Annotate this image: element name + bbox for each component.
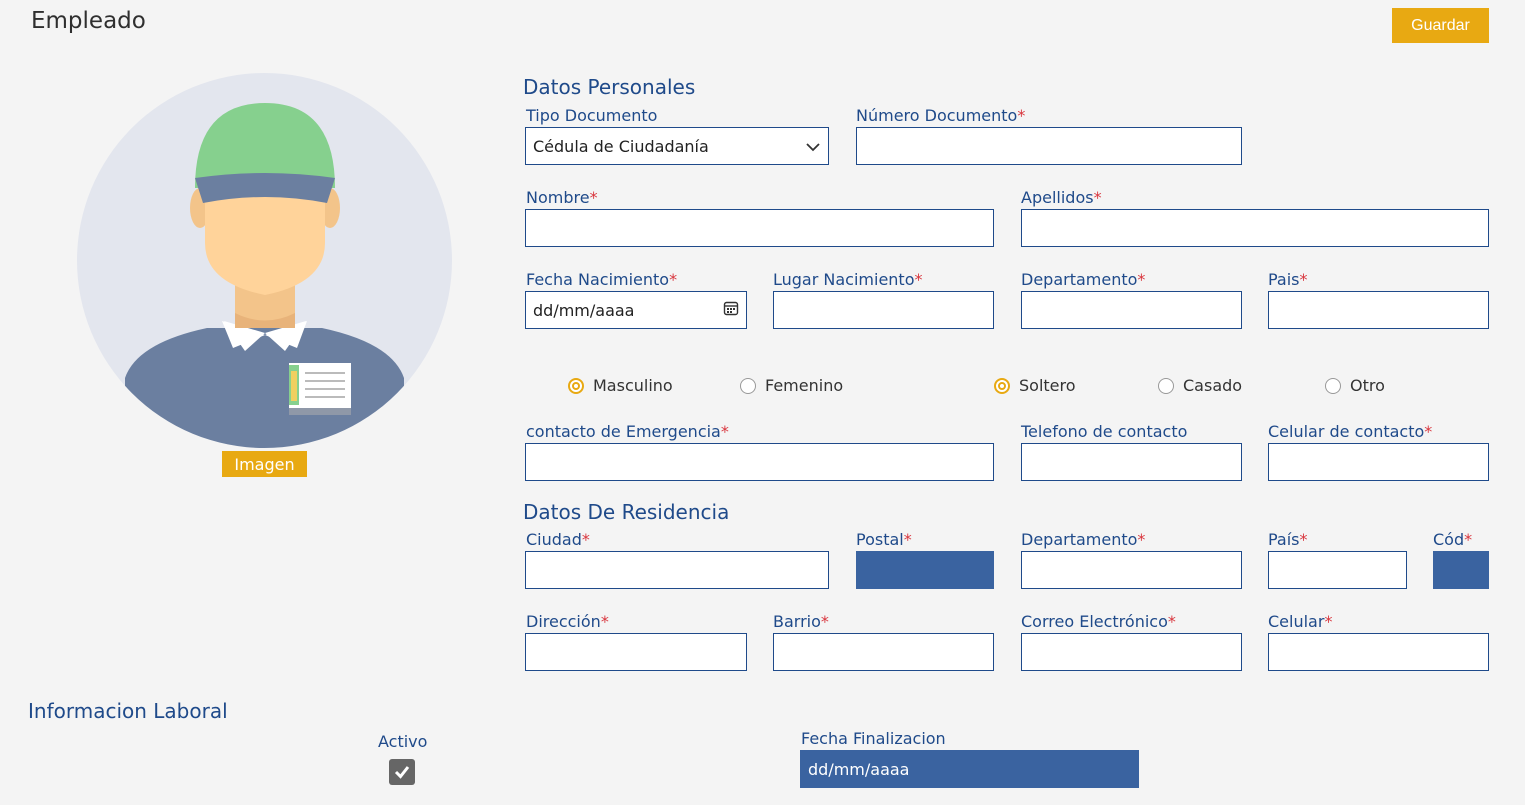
fecha-nacimiento-value: dd/mm/aaaa <box>533 300 635 320</box>
radio-femenino[interactable]: Femenino <box>740 376 843 395</box>
activo-checkbox[interactable] <box>389 759 415 785</box>
calendar-icon[interactable] <box>723 300 739 320</box>
residencia-departamento-label: Departamento* <box>1021 530 1146 549</box>
tipo-documento-label: Tipo Documento <box>526 106 658 125</box>
barrio-label: Barrio* <box>773 612 829 631</box>
departamento-field[interactable] <box>1021 291 1242 329</box>
radio-casado[interactable]: Casado <box>1158 376 1242 395</box>
radio-otro[interactable]: Otro <box>1325 376 1385 395</box>
lugar-nacimiento-field[interactable] <box>773 291 994 329</box>
save-button[interactable]: Guardar <box>1392 8 1489 43</box>
contacto-emergencia-label: contacto de Emergencia* <box>526 422 729 441</box>
celular-contacto-field[interactable] <box>1268 443 1489 481</box>
numero-documento-label: Número Documento* <box>856 106 1026 125</box>
direccion-field[interactable] <box>525 633 747 671</box>
fecha-nacimiento-label: Fecha Nacimiento* <box>526 270 678 289</box>
contacto-emergencia-field[interactable] <box>525 443 994 481</box>
radio-soltero[interactable]: Soltero <box>994 376 1076 395</box>
telefono-contacto-field[interactable] <box>1021 443 1242 481</box>
section-title-laboral: Informacion Laboral <box>28 699 228 723</box>
nombre-field[interactable] <box>525 209 994 247</box>
image-upload-button[interactable]: Imagen <box>222 451 307 477</box>
section-title-residencia: Datos De Residencia <box>523 500 730 524</box>
pais-label: Pais* <box>1268 270 1308 289</box>
postal-field[interactable] <box>856 551 994 589</box>
nombre-label: Nombre* <box>526 188 598 207</box>
section-title-personal: Datos Personales <box>523 75 696 99</box>
pais-field[interactable] <box>1268 291 1489 329</box>
celular-contacto-label: Celular de contacto* <box>1268 422 1433 441</box>
postal-label: Postal* <box>856 530 912 549</box>
cod-field[interactable] <box>1433 551 1489 589</box>
employee-avatar-icon <box>125 103 404 448</box>
celular-field[interactable] <box>1268 633 1489 671</box>
residencia-pais-field[interactable] <box>1268 551 1407 589</box>
lugar-nacimiento-label: Lugar Nacimiento* <box>773 270 923 289</box>
radio-button[interactable] <box>1325 377 1341 394</box>
ciudad-label: Ciudad* <box>526 530 590 549</box>
correo-field[interactable] <box>1021 633 1242 671</box>
page-title: Empleado <box>31 8 146 34</box>
departamento-label: Departamento* <box>1021 270 1146 289</box>
activo-label: Activo <box>378 732 428 751</box>
checkmark-icon <box>394 766 410 779</box>
fecha-nacimiento-field[interactable]: dd/mm/aaaa <box>525 291 747 329</box>
avatar <box>77 73 452 448</box>
radio-button-selected[interactable] <box>568 377 584 394</box>
celular-label: Celular* <box>1268 612 1333 631</box>
cod-label: Cód* <box>1433 530 1473 549</box>
chevron-down-icon <box>805 137 821 156</box>
fecha-finalizacion-value: dd/mm/aaaa <box>808 759 910 779</box>
ciudad-field[interactable] <box>525 551 829 589</box>
correo-label: Correo Electrónico* <box>1021 612 1176 631</box>
radio-masculino[interactable]: Masculino <box>568 376 673 395</box>
radio-button-selected[interactable] <box>994 377 1010 394</box>
tipo-documento-select[interactable]: Cédula de Ciudadanía <box>525 127 829 165</box>
numero-documento-field[interactable] <box>856 127 1242 165</box>
tipo-documento-value: Cédula de Ciudadanía <box>533 136 709 156</box>
apellidos-field[interactable] <box>1021 209 1489 247</box>
residencia-pais-label: País* <box>1268 530 1308 549</box>
fecha-finalizacion-label: Fecha Finalizacion <box>801 729 946 748</box>
fecha-finalizacion-field[interactable]: dd/mm/aaaa <box>800 750 1139 788</box>
direccion-label: Dirección* <box>526 612 609 631</box>
apellidos-label: Apellidos* <box>1021 188 1102 207</box>
residencia-departamento-field[interactable] <box>1021 551 1242 589</box>
radio-button[interactable] <box>740 377 756 394</box>
radio-button[interactable] <box>1158 377 1174 394</box>
telefono-contacto-label: Telefono de contacto <box>1021 422 1188 441</box>
barrio-field[interactable] <box>773 633 994 671</box>
